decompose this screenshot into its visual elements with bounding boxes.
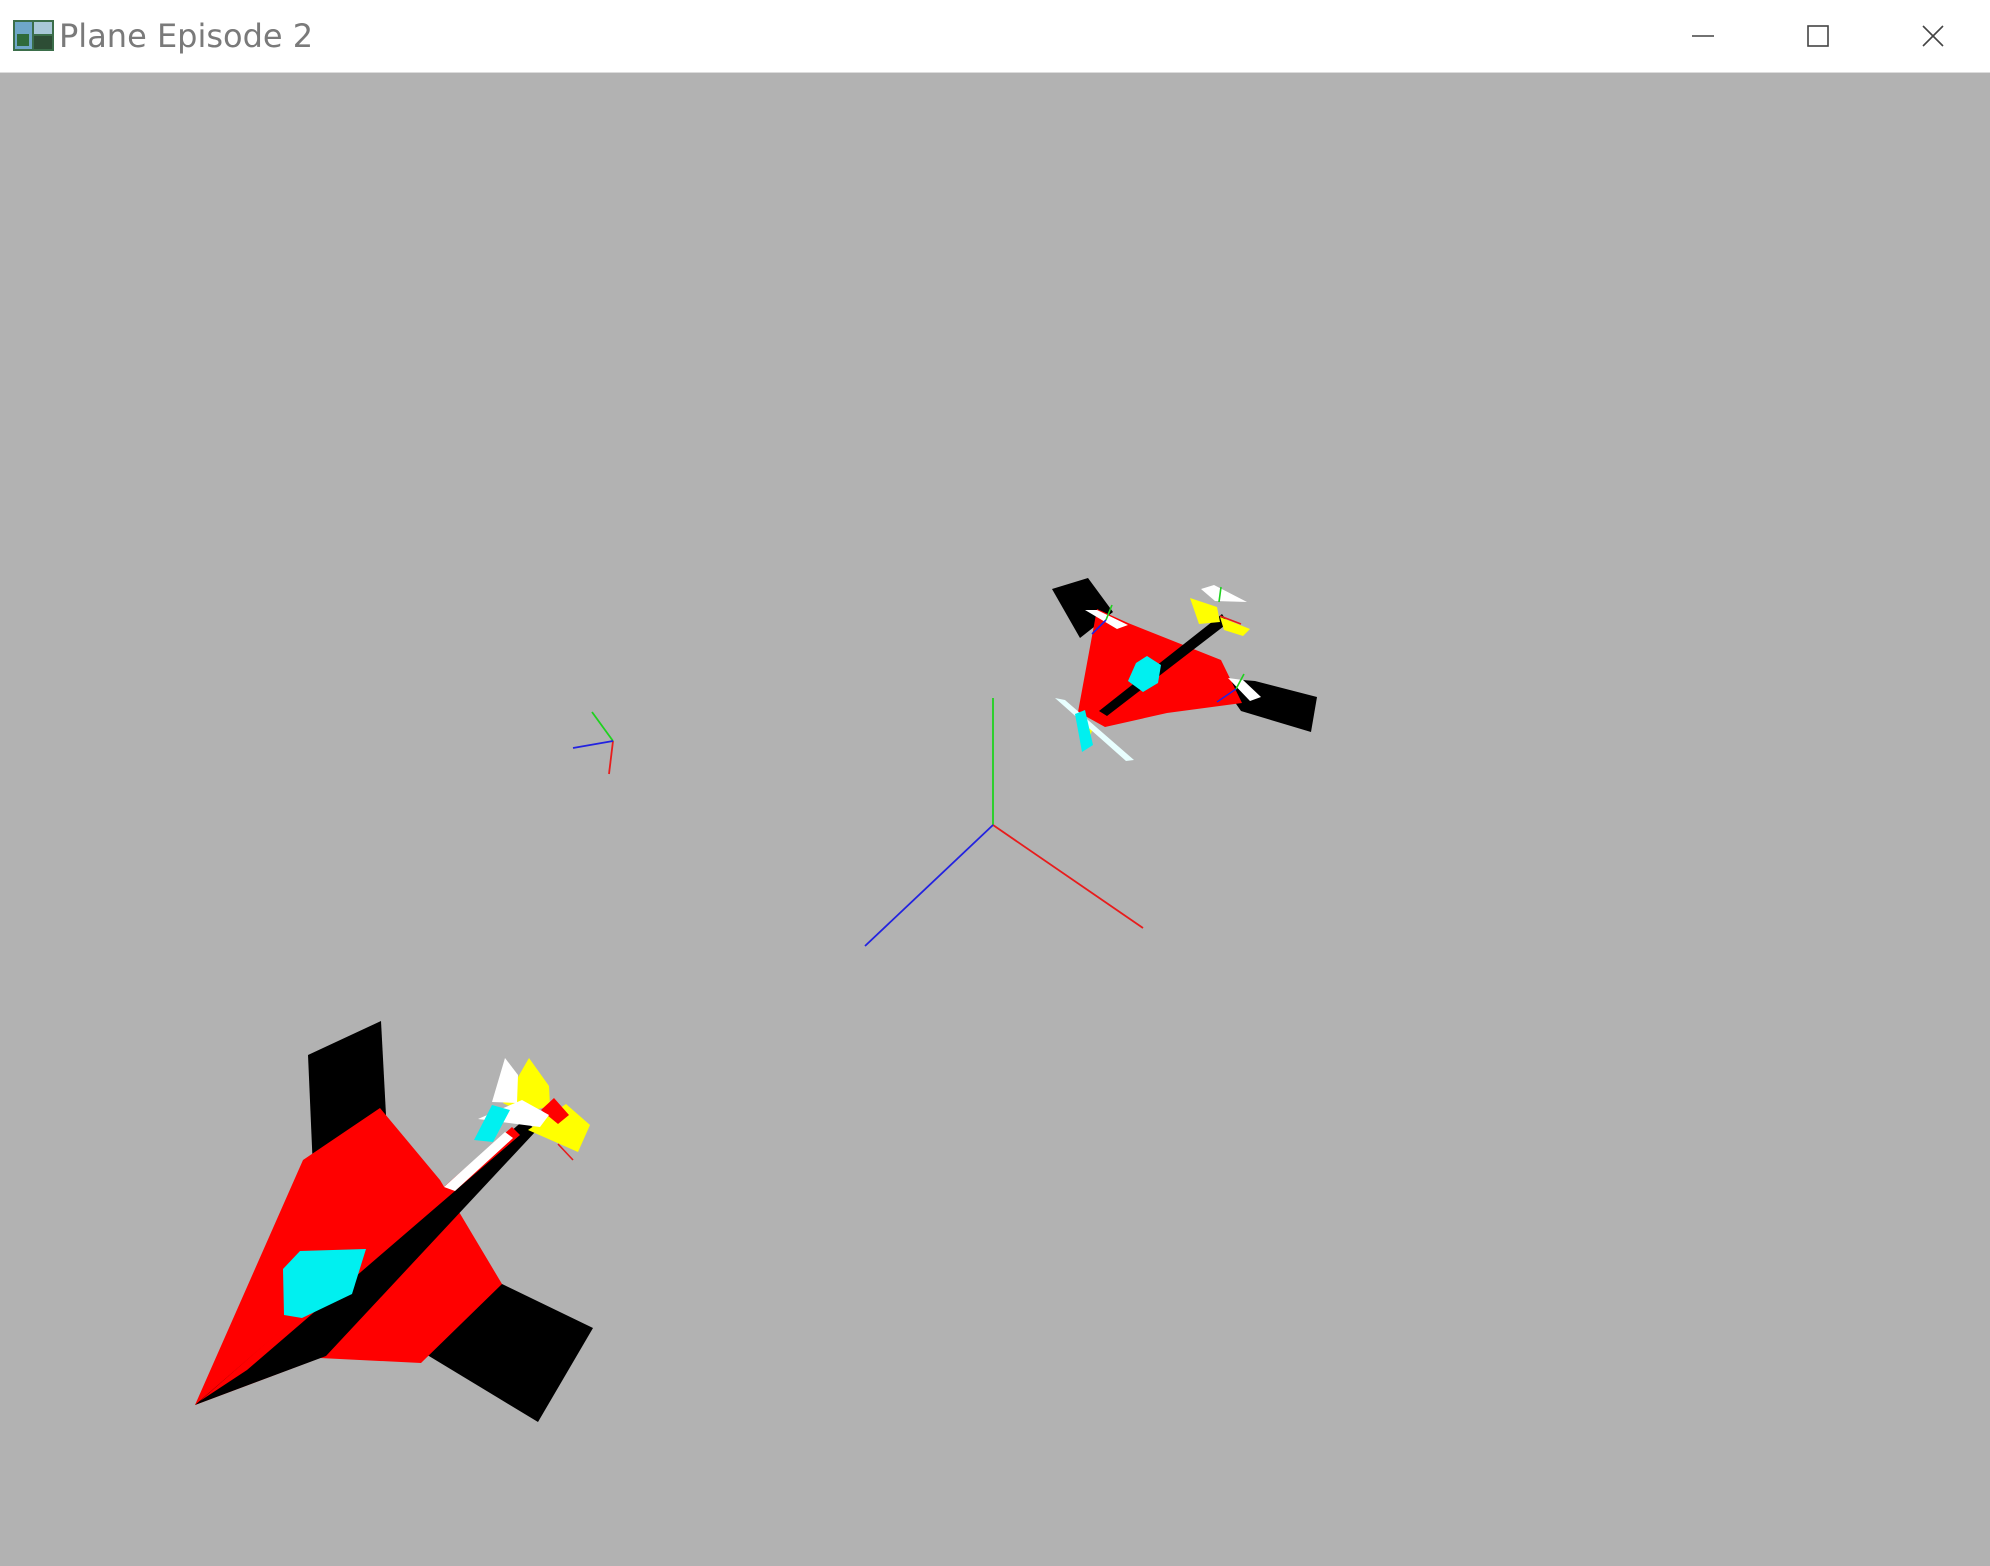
plane-near[interactable] — [195, 1021, 593, 1422]
local-axes — [572, 711, 614, 775]
title-bar[interactable]: Plane Episode 2 — [0, 0, 1990, 73]
plane-far-engine-b — [1220, 617, 1250, 636]
close-button[interactable] — [1875, 0, 1990, 72]
scene-canvas — [195, 578, 1317, 1422]
local-y-axis — [591, 711, 614, 742]
plane-far[interactable] — [1052, 578, 1317, 761]
plane-far-exhaust-a — [1201, 585, 1247, 602]
window-title: Plane Episode 2 — [59, 17, 314, 55]
maximize-button[interactable] — [1760, 0, 1875, 72]
plane-far-engine-a — [1190, 598, 1220, 624]
world-z-axis — [864, 824, 994, 947]
minimize-icon — [1691, 35, 1714, 37]
world-x-axis — [992, 824, 1144, 929]
minimize-button[interactable] — [1645, 0, 1760, 72]
close-icon — [1921, 25, 1944, 47]
app-icon — [13, 20, 54, 51]
local-x-axis — [608, 740, 614, 775]
local-z-axis — [572, 740, 614, 749]
plane-near-exhaust-top — [492, 1058, 518, 1103]
opengl-viewport[interactable] — [0, 74, 1990, 1566]
app-window: Plane Episode 2 — [0, 0, 1990, 1566]
maximize-icon — [1806, 25, 1829, 47]
